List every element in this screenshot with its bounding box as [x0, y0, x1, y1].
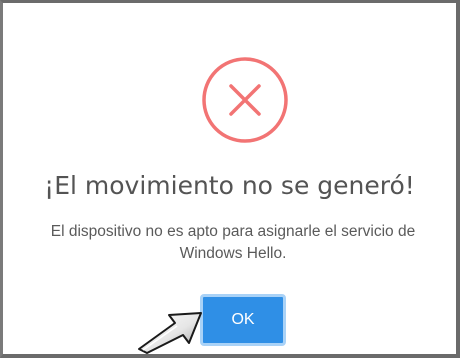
pointer-arrow-icon [138, 312, 202, 354]
dialog-message: El dispositivo no es apto para asignarle… [50, 223, 416, 262]
error-x-circle-icon [202, 57, 288, 143]
dialog-title: ¡El movimiento no se generó! [44, 171, 415, 200]
error-dialog: ¡El movimiento no se generó! El disposit… [3, 3, 456, 354]
screenshot-frame: ¡El movimiento no se generó! El disposit… [0, 0, 460, 358]
ok-button[interactable]: OK [200, 294, 286, 346]
